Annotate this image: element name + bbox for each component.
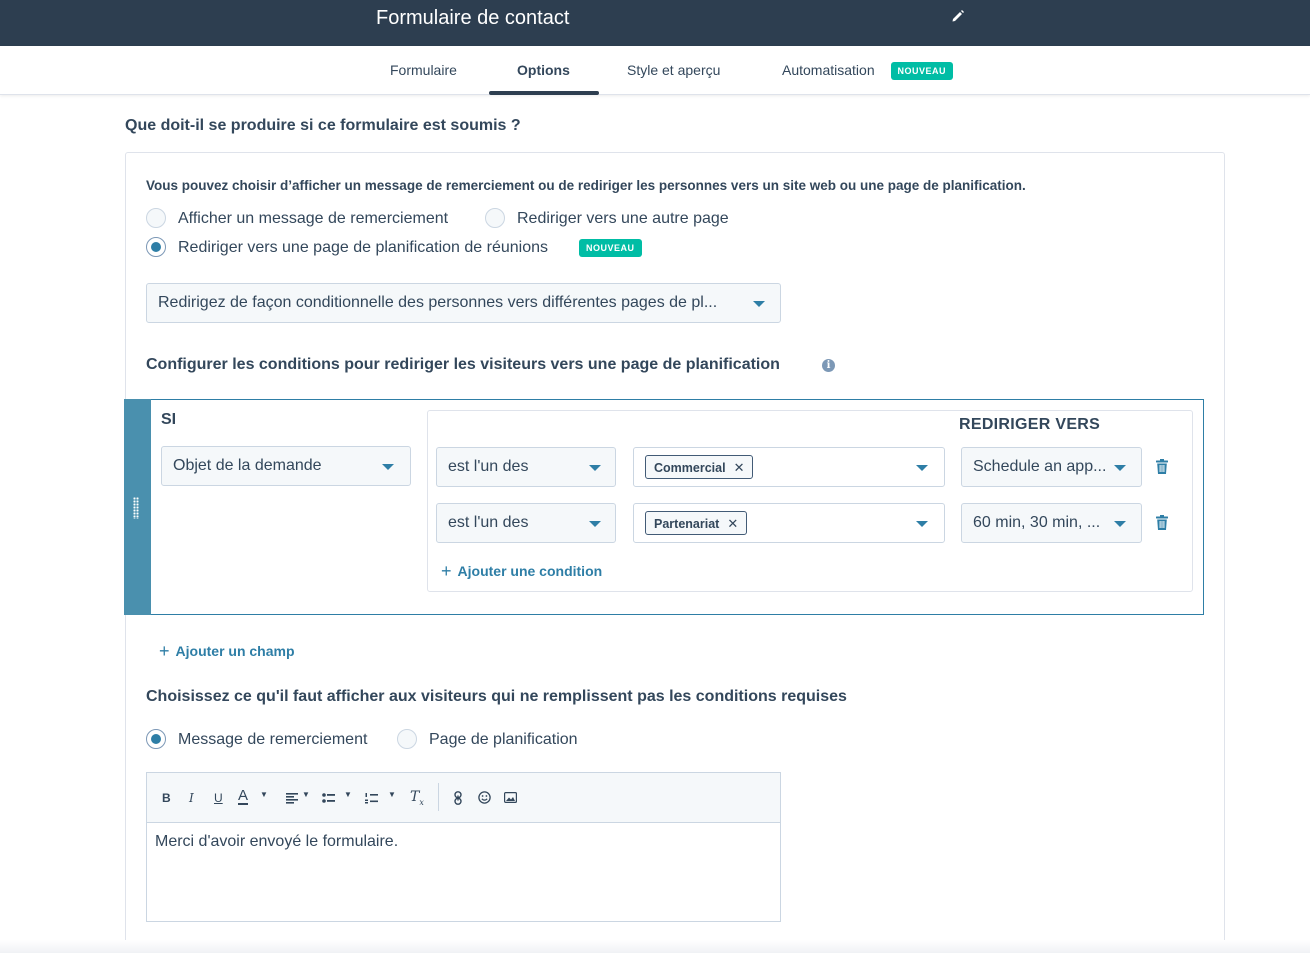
redirect-target-select[interactable]: Schedule an app... (961, 447, 1142, 487)
radio-fallback-scheduling[interactable] (397, 729, 417, 749)
form-title[interactable]: Formulaire de contact (376, 7, 569, 30)
link-icon[interactable] (454, 791, 462, 805)
italic-button[interactable]: I (189, 791, 194, 805)
tab-automatisation-label: Automatisation (782, 62, 875, 78)
radio-fallback-thank-you[interactable] (146, 729, 166, 749)
close-icon[interactable]: ✕ (727, 516, 738, 531)
operator-value: est l'un des (448, 514, 529, 531)
radio-thank-you[interactable] (146, 208, 166, 228)
redirect-target-value: Schedule an app... (973, 458, 1107, 475)
redirect-to-label: REDIRIGER VERS (959, 416, 1101, 433)
text-color-button[interactable]: A (238, 788, 249, 805)
radio-fallback-thank-you-label[interactable]: Message de remerciement (178, 731, 367, 749)
value-tag-select[interactable]: Partenariat ✕ (633, 503, 945, 543)
pencil-icon[interactable] (951, 9, 965, 23)
radio-redirect-page[interactable] (485, 208, 505, 228)
chevron-down-icon (382, 464, 394, 470)
tag-chip: Partenariat ✕ (645, 511, 748, 535)
tab-formulaire[interactable]: Formulaire (390, 62, 457, 78)
tag-chip: Commercial ✕ (645, 455, 754, 479)
radio-redirect-page-label[interactable]: Rediriger vers une autre page (517, 210, 729, 228)
rich-text-editor[interactable]: B I U A ▼ ▼ ▼ ▼ Tx Merci d'avoir envoyé … (146, 772, 781, 922)
editor-content[interactable]: Merci d'avoir envoyé le formulaire. (155, 833, 398, 851)
add-condition-label: Ajouter une condition (457, 563, 603, 579)
editor-toolbar: B I U A ▼ ▼ ▼ ▼ Tx (147, 773, 780, 823)
chevron-down-icon (1114, 465, 1126, 471)
radio-thank-you-label[interactable]: Afficher un message de remerciement (178, 210, 448, 228)
radio-fallback-scheduling-label[interactable]: Page de planification (429, 731, 578, 749)
redirect-mode-value: Redirigez de façon conditionnelle des pe… (158, 294, 718, 311)
clear-format-label: T (410, 789, 420, 805)
underline-button[interactable]: U (214, 791, 223, 805)
add-field-label: Ajouter un champ (175, 643, 295, 659)
trash-icon[interactable] (1156, 515, 1168, 530)
drag-handle-icon[interactable] (133, 497, 139, 519)
submission-description: Vous pouvez choisir d’afficher un messag… (146, 178, 1026, 193)
field-select-value: Objet de la demande (173, 457, 322, 474)
active-tab-indicator (489, 91, 599, 95)
info-icon[interactable]: i (822, 359, 835, 372)
chevron-down-icon (589, 465, 601, 471)
chevron-down-icon[interactable]: ▼ (388, 790, 396, 799)
chevron-down-icon (753, 301, 765, 307)
chevron-down-icon (589, 521, 601, 527)
if-label: SI (161, 411, 177, 428)
emoji-icon[interactable] (478, 791, 491, 804)
clear-format-icon[interactable]: Tx (410, 789, 424, 807)
tab-style-apercu[interactable]: Style et aperçu (627, 62, 720, 78)
chevron-down-icon (916, 465, 928, 471)
toolbar-divider (438, 783, 439, 811)
add-condition-button[interactable]: + Ajouter une condition (441, 561, 602, 582)
value-tag-select[interactable]: Commercial ✕ (633, 447, 945, 487)
operator-select[interactable]: est l'un des (436, 503, 616, 543)
add-field-button[interactable]: + Ajouter un champ (159, 641, 295, 662)
image-icon[interactable] (504, 792, 517, 803)
chevron-down-icon (1114, 521, 1126, 527)
bottom-edge (0, 940, 1310, 953)
chevron-down-icon[interactable]: ▼ (302, 790, 310, 799)
chevron-down-icon[interactable]: ▼ (260, 790, 268, 799)
tag-label: Commercial (654, 461, 726, 475)
tab-options[interactable]: Options (517, 62, 570, 78)
new-badge: NOUVEAU (579, 239, 642, 257)
tag-label: Partenariat (654, 517, 720, 531)
chevron-down-icon (916, 521, 928, 527)
tab-bar: Formulaire Options Style et aperçu Autom… (0, 46, 1310, 95)
redirect-target-value: 60 min, 30 min, ... (973, 514, 1101, 531)
bold-button[interactable]: B (162, 791, 171, 805)
operator-value: est l'un des (448, 458, 529, 475)
radio-meeting-page[interactable] (146, 237, 166, 257)
radio-meeting-page-label[interactable]: Rediriger vers une page de planification… (178, 239, 548, 257)
redirect-target-select[interactable]: 60 min, 30 min, ... (961, 503, 1142, 543)
tab-automatisation[interactable]: Automatisation NOUVEAU (782, 62, 954, 81)
close-icon[interactable]: ✕ (734, 460, 745, 475)
plus-icon: + (159, 641, 170, 661)
new-badge: NOUVEAU (890, 62, 954, 81)
fallback-heading: Choisissez ce qu'il faut afficher aux vi… (146, 688, 847, 705)
numbered-list-icon[interactable] (365, 793, 378, 804)
trash-icon[interactable] (1156, 459, 1168, 474)
field-select[interactable]: Objet de la demande (161, 446, 411, 486)
chevron-down-icon[interactable]: ▼ (344, 790, 352, 799)
conditions-heading: Configurer les conditions pour rediriger… (146, 356, 780, 373)
align-left-icon[interactable] (286, 793, 298, 804)
top-bar: Formulaire de contact (0, 0, 1310, 46)
bullet-list-icon[interactable] (322, 793, 335, 804)
redirect-mode-select[interactable]: Redirigez de façon conditionnelle des pe… (146, 283, 781, 323)
plus-icon: + (441, 561, 452, 581)
operator-select[interactable]: est l'un des (436, 447, 616, 487)
section-question: Que doit-il se produire si ce formulaire… (125, 117, 521, 134)
